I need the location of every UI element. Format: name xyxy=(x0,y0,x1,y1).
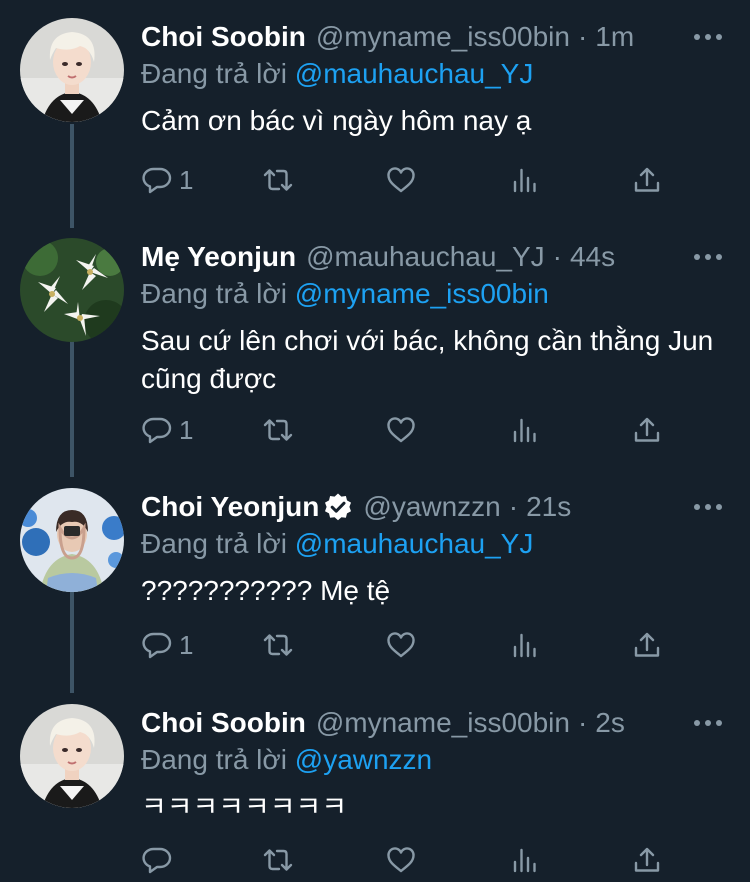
tweet-actions: 1 xyxy=(141,625,701,665)
reply-button[interactable] xyxy=(141,840,179,880)
retweet-button[interactable] xyxy=(261,410,295,450)
timestamp[interactable]: 44s xyxy=(570,238,615,276)
reply-count: 1 xyxy=(179,629,194,660)
analytics-button[interactable] xyxy=(509,160,541,200)
reply-mention-link[interactable]: @mauhauchau_YJ xyxy=(295,528,534,559)
analytics-icon xyxy=(513,848,536,873)
reply-icon xyxy=(142,167,172,194)
reply-button[interactable]: 1 xyxy=(141,625,193,665)
heart-icon xyxy=(387,417,415,443)
share-icon xyxy=(634,847,660,872)
like-button[interactable] xyxy=(385,160,417,200)
reply-mention-link[interactable]: @mauhauchau_YJ xyxy=(295,58,534,89)
tweet-header: Mẹ Yeonjun @mauhauchau_YJ · 44s xyxy=(141,238,615,276)
separator-dot: · xyxy=(577,707,588,738)
user-handle[interactable]: @myname_iss00bin xyxy=(316,704,570,742)
replying-to: Đang trả lời @mauhauchau_YJ xyxy=(141,525,533,563)
like-button[interactable] xyxy=(385,840,417,880)
analytics-button[interactable] xyxy=(509,625,541,665)
avatar[interactable] xyxy=(20,18,124,122)
replying-to-label: Đang trả lời xyxy=(141,58,287,89)
like-button[interactable] xyxy=(385,625,417,665)
share-icon xyxy=(634,417,660,442)
retweet-icon xyxy=(263,419,293,441)
reply-icon xyxy=(142,847,172,874)
reply-count: 1 xyxy=(179,414,194,445)
user-handle[interactable]: @myname_iss00bin xyxy=(316,18,570,56)
heart-icon xyxy=(387,167,415,193)
share-icon xyxy=(634,632,660,657)
reply-mention-link[interactable]: @yawnzzn xyxy=(295,744,432,775)
thread-line xyxy=(70,333,74,477)
tweet-text: ??????????? Mẹ tệ xyxy=(141,575,391,606)
replying-to: Đang trả lời @mauhauchau_YJ xyxy=(141,55,533,93)
heart-icon xyxy=(387,632,415,658)
retweet-button[interactable] xyxy=(261,625,295,665)
display-name[interactable]: Choi Soobin xyxy=(141,18,306,56)
thread-line xyxy=(70,124,74,228)
replying-to-label: Đang trả lời xyxy=(141,278,287,309)
display-name[interactable]: Choi Yeonjun xyxy=(141,488,319,526)
analytics-button[interactable] xyxy=(509,840,541,880)
retweet-icon xyxy=(263,169,293,191)
analytics-icon xyxy=(513,168,536,193)
retweet-button[interactable] xyxy=(261,840,295,880)
more-options-icon[interactable] xyxy=(694,713,722,733)
share-button[interactable] xyxy=(631,840,663,880)
thread-line xyxy=(70,585,74,693)
share-button[interactable] xyxy=(631,410,663,450)
display-name[interactable]: Choi Soobin xyxy=(141,704,306,742)
reply-button[interactable]: 1 xyxy=(141,160,193,200)
reply-icon xyxy=(142,632,172,659)
retweet-button[interactable] xyxy=(261,160,295,200)
analytics-icon xyxy=(513,418,536,443)
replying-to: Đang trả lời @myname_iss00bin xyxy=(141,275,549,313)
more-options-icon[interactable] xyxy=(694,497,722,517)
retweet-icon xyxy=(263,849,293,871)
display-name[interactable]: Mẹ Yeonjun xyxy=(141,238,296,276)
tweet-text: Cảm ơn bác vì ngày hôm nay ạ xyxy=(141,105,532,136)
replying-to: Đang trả lời @yawnzzn xyxy=(141,741,432,779)
timestamp[interactable]: 2s xyxy=(595,704,625,742)
verified-badge-icon xyxy=(323,492,353,522)
tweet-actions xyxy=(141,840,701,880)
replying-to-label: Đang trả lời xyxy=(141,744,287,775)
share-button[interactable] xyxy=(631,625,663,665)
separator-dot: · xyxy=(577,21,588,52)
share-icon xyxy=(634,167,660,192)
tweet-header: Choi Yeonjun @yawnzzn · 21s xyxy=(141,488,571,526)
reply-icon xyxy=(142,417,172,444)
analytics-icon xyxy=(513,633,536,658)
user-handle[interactable]: @yawnzzn xyxy=(363,488,500,526)
tweet-text: ㅋㅋㅋㅋㅋㅋㅋㅋ xyxy=(141,790,348,823)
tweet-thread: Choi Soobin @myname_iss00bin · 1m Đang t… xyxy=(0,0,750,882)
separator-dot: · xyxy=(508,491,519,522)
heart-icon xyxy=(387,847,415,873)
retweet-icon xyxy=(263,634,293,656)
replying-to-label: Đang trả lời xyxy=(141,528,287,559)
tweet-actions: 1 xyxy=(141,160,701,200)
tweet-header: Choi Soobin @myname_iss00bin · 1m xyxy=(141,18,634,56)
more-options-icon[interactable] xyxy=(694,247,722,267)
reply-button[interactable]: 1 xyxy=(141,410,193,450)
reply-mention-link[interactable]: @myname_iss00bin xyxy=(295,278,549,309)
tweet-actions: 1 xyxy=(141,410,701,450)
analytics-button[interactable] xyxy=(509,410,541,450)
timestamp[interactable]: 21s xyxy=(526,488,571,526)
tweet-header: Choi Soobin @myname_iss00bin · 2s xyxy=(141,704,625,742)
reply-count: 1 xyxy=(179,164,194,195)
tweet-text: Sau cứ lên chơi với bác, không cần thằng… xyxy=(141,325,714,394)
avatar[interactable] xyxy=(20,238,124,342)
avatar[interactable] xyxy=(20,704,124,808)
more-options-icon[interactable] xyxy=(694,27,722,47)
user-handle[interactable]: @mauhauchau_YJ xyxy=(306,238,545,276)
like-button[interactable] xyxy=(385,410,417,450)
share-button[interactable] xyxy=(631,160,663,200)
separator-dot: · xyxy=(552,241,562,272)
timestamp[interactable]: 1m xyxy=(595,18,634,56)
avatar[interactable] xyxy=(20,488,124,592)
